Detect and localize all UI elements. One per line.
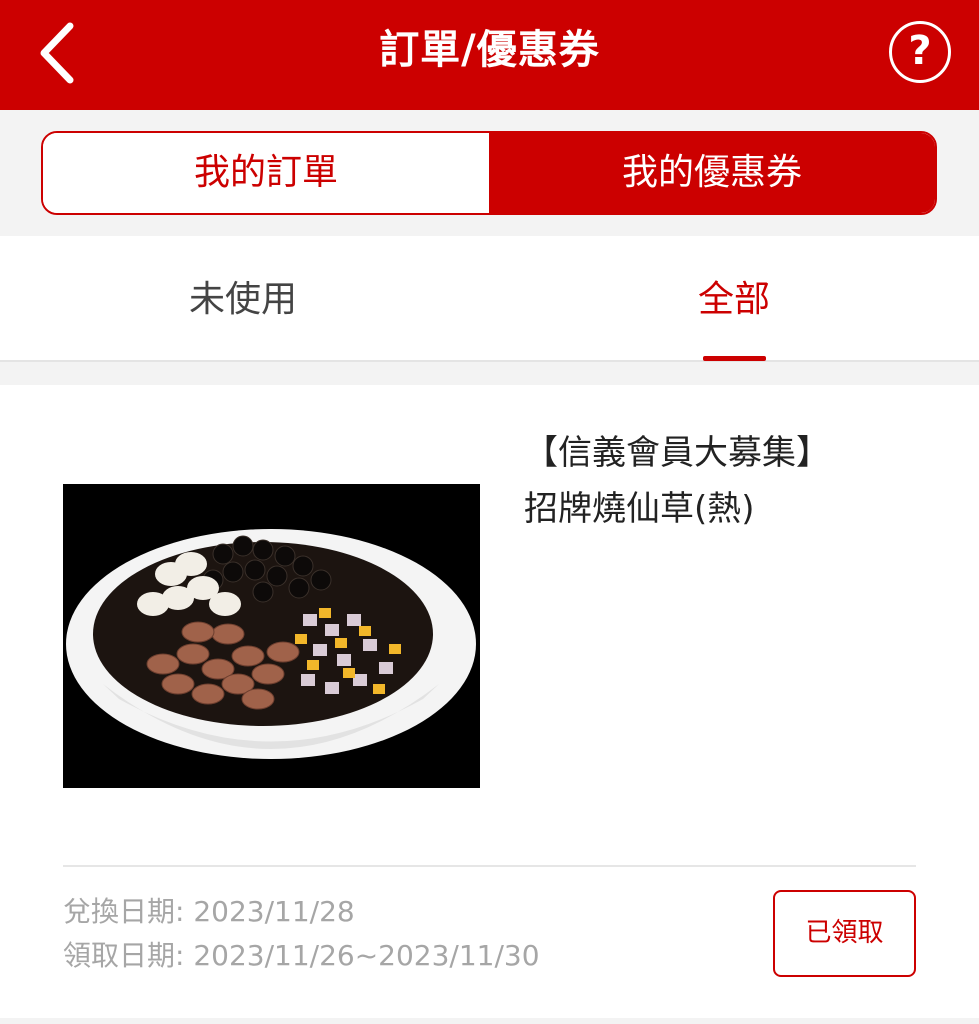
help-button[interactable]: ? <box>889 21 951 83</box>
grass-jelly-dessert-image <box>63 484 480 788</box>
top-bar: 訂單/優惠券 ? <box>0 0 979 110</box>
segment-my-coupons[interactable]: 我的優惠券 <box>489 133 935 213</box>
coupon-filter-tabs: 未使用 全部 <box>0 236 979 362</box>
orders-coupons-segment: 我的訂單 我的優惠券 <box>41 131 937 215</box>
active-tab-indicator <box>703 356 766 361</box>
coupon-title-line-1: 【信義會員大募集】 <box>524 433 830 473</box>
coupon-image <box>63 484 480 788</box>
claimed-status-button[interactable]: 已領取 <box>773 890 916 977</box>
question-circle-icon: ? <box>908 28 932 74</box>
coupon-card[interactable]: 【信義會員大募集】 招牌燒仙草(熱) 兌換日期: 2023/11/28 領取日期… <box>0 385 979 1018</box>
tab-unused[interactable]: 未使用 <box>93 236 393 360</box>
tab-all[interactable]: 全部 <box>584 236 884 360</box>
segment-my-orders[interactable]: 我的訂單 <box>43 133 489 213</box>
claim-period: 領取日期: 2023/11/26~2023/11/30 <box>63 939 540 972</box>
redeem-date: 兌換日期: 2023/11/28 <box>63 895 355 928</box>
coupon-dates: 兌換日期: 2023/11/28 領取日期: 2023/11/26~2023/1… <box>63 890 540 978</box>
card-divider <box>63 865 916 867</box>
coupon-title: 【信義會員大募集】 招牌燒仙草(熱) <box>524 425 964 537</box>
coupon-title-line-2: 招牌燒仙草(熱) <box>524 489 755 529</box>
page-title: 訂單/優惠券 <box>379 27 600 73</box>
